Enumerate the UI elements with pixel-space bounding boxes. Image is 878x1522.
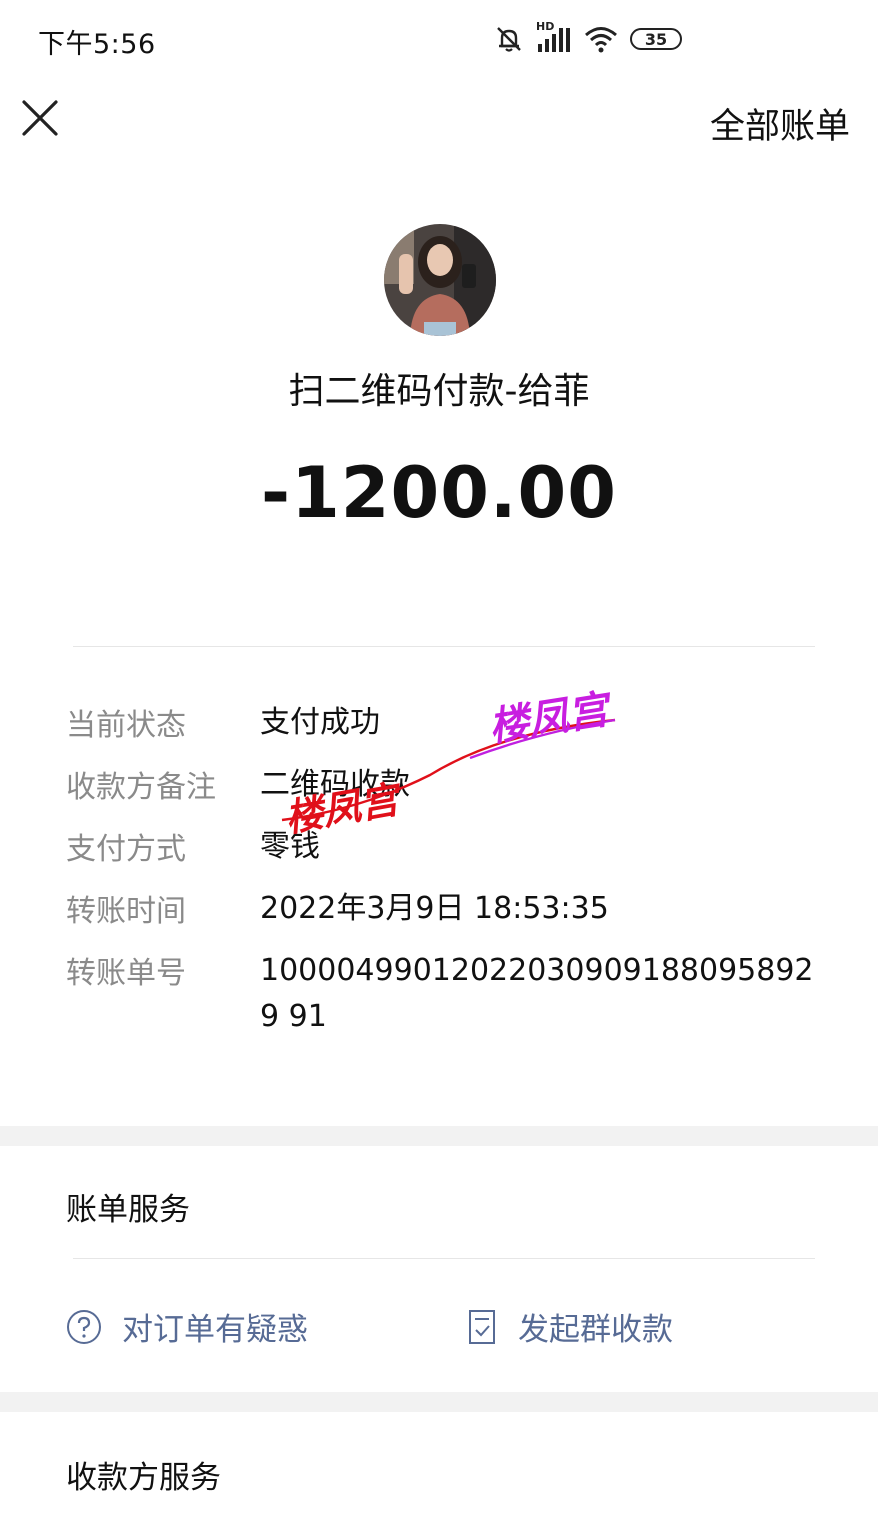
order-question-button[interactable]: 对订单有疑惑 <box>66 1304 308 1349</box>
bill-service-title: 账单服务 <box>66 1192 190 1228</box>
detail-label: 转账单号 <box>66 956 186 991</box>
transaction-title: 扫二维码付款-给菲 <box>288 371 590 412</box>
detail-label: 当前状态 <box>66 708 186 743</box>
status-bar: 下午5:56 HD 35 <box>0 0 878 78</box>
payee-service-title[interactable]: 收款方服务 <box>66 1452 221 1497</box>
group-collection-label: 发起群收款 <box>518 1312 673 1348</box>
detail-value: 2022年3月9日 18:53:35 <box>260 891 609 926</box>
question-circle-icon <box>67 1309 101 1344</box>
mute-bell-icon <box>497 27 521 52</box>
section-gap <box>0 1392 878 1412</box>
avatar <box>384 224 496 336</box>
signal-icon: HD <box>536 20 572 54</box>
order-question-label: 对订单有疑惑 <box>122 1312 308 1348</box>
document-check-icon <box>469 1309 495 1344</box>
battery-icon: 35 <box>630 28 682 50</box>
section-gap <box>0 1126 878 1146</box>
detail-value: 100004990120220309091880958929 91 <box>260 953 814 1034</box>
group-collection-button[interactable]: 发起群收款 <box>466 1304 673 1349</box>
detail-label: 收款方备注 <box>66 770 216 805</box>
transaction-amount: -1200.00 <box>261 452 617 534</box>
divider <box>73 1258 815 1259</box>
detail-label: 转账时间 <box>66 894 186 929</box>
divider <box>73 646 815 647</box>
all-bills-link[interactable]: 全部账单 <box>710 98 850 149</box>
detail-label: 支付方式 <box>66 832 186 867</box>
status-time: 下午5:56 <box>38 29 156 60</box>
battery-level: 35 <box>644 29 668 49</box>
wifi-icon <box>585 27 617 53</box>
close-button[interactable] <box>18 96 62 140</box>
status-icons: HD 35 <box>494 20 682 56</box>
